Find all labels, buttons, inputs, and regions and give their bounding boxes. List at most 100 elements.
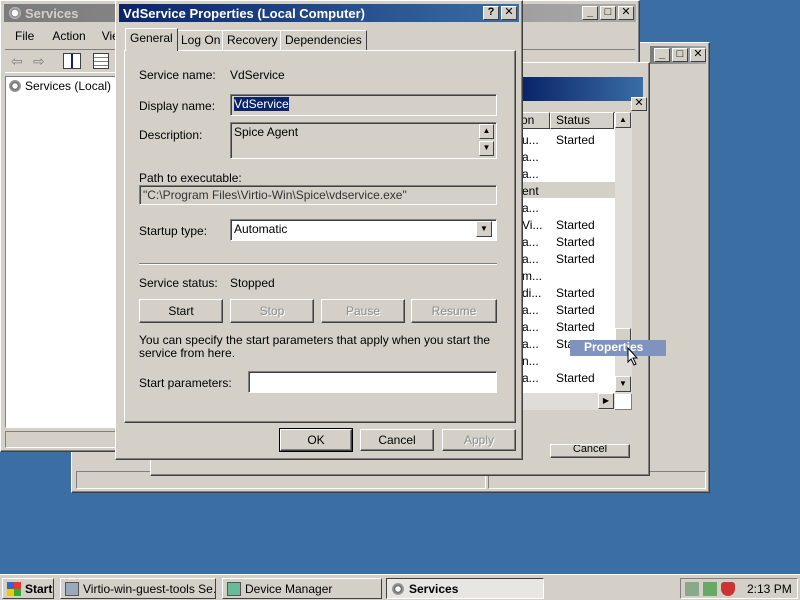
display-name-selected-text: VdService — [234, 97, 289, 111]
service-status-value: Stopped — [230, 276, 275, 290]
service-name-value: VdService — [230, 68, 285, 82]
tab-general[interactable]: General — [125, 28, 178, 51]
background-window-titlebar[interactable]: _ □ ✕ — [650, 46, 706, 64]
start-button-taskbar[interactable]: Start — [2, 578, 54, 599]
tab-recovery[interactable]: Recovery — [222, 30, 283, 50]
tree-item-services-local[interactable]: Services (Local) — [25, 79, 111, 93]
ok-button[interactable]: OK — [279, 428, 353, 452]
list-item-name[interactable]: a... — [522, 150, 539, 164]
close-icon[interactable]: ✕ — [631, 97, 647, 111]
startup-type-select[interactable]: Automatic ▼ — [230, 219, 497, 241]
installer-icon — [65, 581, 79, 596]
close-icon[interactable]: ✕ — [501, 6, 517, 20]
list-item-status: Started — [556, 286, 595, 300]
start-button[interactable]: Start — [139, 299, 223, 323]
scroll-down-arrow-icon[interactable]: ▼ — [615, 376, 631, 392]
services-list-titlebar[interactable] — [523, 77, 643, 101]
startup-type-label: Startup type: — [139, 224, 208, 238]
back-arrow-icon[interactable]: ⇦ — [11, 53, 23, 70]
close-icon[interactable]: ✕ — [690, 48, 706, 62]
gear-icon — [391, 581, 405, 596]
apply-button[interactable]: Apply — [442, 429, 516, 451]
list-item-name[interactable]: m... — [522, 269, 542, 283]
tab-dependencies[interactable]: Dependencies — [280, 30, 367, 50]
list-item-status: Started — [556, 133, 595, 147]
dialog-titlebar[interactable]: VdService Properties (Local Computer) ? … — [119, 4, 519, 22]
maximize-icon[interactable]: □ — [600, 6, 616, 20]
list-header-status[interactable]: Status — [550, 112, 614, 129]
service-name-label: Service name: — [139, 68, 216, 82]
task-services[interactable]: Services — [386, 578, 544, 599]
network-icon[interactable] — [685, 581, 699, 596]
task-virtio-win[interactable]: Virtio-win-guest-tools Se... — [60, 578, 216, 599]
list-item-status: Started — [556, 218, 595, 232]
gear-icon — [8, 6, 22, 20]
service-status-label: Service status: — [139, 276, 218, 290]
maximize-icon[interactable]: □ — [672, 48, 688, 62]
list-item-name[interactable]: a... — [522, 337, 539, 351]
description-label: Description: — [139, 128, 203, 142]
list-item-name[interactable]: a... — [522, 320, 539, 334]
path-field[interactable]: "C:\Program Files\Virtio-Win\Spice\vdser… — [139, 185, 497, 205]
divider — [139, 263, 497, 265]
list-item-name[interactable]: a... — [522, 201, 539, 215]
list-item-name[interactable]: a... — [522, 303, 539, 317]
description-scroll-down-icon[interactable]: ▼ — [479, 141, 494, 156]
task-device-manager[interactable]: Device Manager — [222, 578, 382, 599]
list-item-name[interactable]: a... — [522, 167, 539, 181]
services-gear-icon — [8, 79, 22, 93]
pause-button[interactable]: Pause — [321, 299, 405, 323]
list-item-name[interactable]: n... — [522, 354, 539, 368]
path-label: Path to executable: — [139, 171, 242, 185]
general-tab-page: Service name: VdService Display name: Vd… — [124, 50, 516, 423]
minimize-icon[interactable]: _ — [654, 48, 670, 62]
list-item-name[interactable]: ent — [522, 184, 539, 198]
cancel-button[interactable]: Cancel — [360, 429, 434, 451]
dialog-title: VdService Properties (Local Computer) — [123, 5, 366, 21]
list-item-status: Started — [556, 235, 595, 249]
windows-logo-icon — [7, 581, 21, 596]
bottom-cancel-button[interactable]: Cancel — [550, 444, 630, 458]
tree-pane[interactable]: Services (Local) — [5, 76, 117, 428]
resume-button[interactable]: Resume — [411, 299, 497, 323]
services-window-title: Services — [25, 5, 79, 21]
list-item-name[interactable]: Vi... — [522, 218, 542, 232]
list-item-name[interactable]: di... — [522, 286, 541, 300]
scroll-right-arrow-icon[interactable]: ▶ — [598, 393, 614, 409]
close-icon[interactable]: ✕ — [618, 6, 634, 20]
taskbar: Start Virtio-win-guest-tools Se... Devic… — [0, 574, 800, 600]
list-item-name[interactable]: a... — [522, 371, 539, 385]
menu-action[interactable]: Action — [44, 27, 93, 47]
properties-tooltip: Properties — [570, 340, 666, 356]
shield-icon[interactable] — [721, 581, 735, 596]
display-name-field[interactable]: VdService — [230, 94, 497, 116]
list-item-status: Started — [556, 320, 595, 334]
start-params-label: Start parameters: — [139, 376, 232, 390]
help-icon[interactable]: ? — [483, 6, 499, 20]
description-field[interactable]: Spice Agent ▲ ▼ — [230, 122, 497, 159]
start-params-hint: You can specify the start parameters tha… — [139, 333, 491, 360]
clock: 2:13 PM — [747, 581, 792, 596]
chevron-down-icon[interactable]: ▼ — [476, 221, 492, 237]
description-scroll-up-icon[interactable]: ▲ — [479, 124, 494, 139]
mouse-cursor-icon — [627, 347, 639, 366]
horizontal-scrollbar[interactable]: ▶ — [514, 393, 615, 410]
stop-button[interactable]: Stop — [230, 299, 314, 323]
forward-arrow-icon[interactable]: ⇨ — [33, 53, 45, 70]
start-params-input[interactable] — [248, 371, 497, 393]
display-name-label: Display name: — [139, 99, 216, 113]
properties-dialog[interactable]: VdService Properties (Local Computer) ? … — [115, 0, 523, 460]
minimize-icon[interactable]: _ — [582, 6, 598, 20]
list-item-name[interactable]: u... — [522, 133, 539, 147]
tab-log-on[interactable]: Log On — [176, 30, 226, 50]
list-item-name[interactable]: a... — [522, 252, 539, 266]
menu-file[interactable]: File — [5, 27, 44, 47]
scroll-up-arrow-icon[interactable]: ▲ — [615, 112, 631, 128]
properties-icon[interactable] — [93, 53, 109, 69]
show-tree-icon[interactable] — [63, 53, 81, 69]
system-tray: 2:13 PM — [680, 578, 798, 599]
tools-icon[interactable] — [703, 581, 717, 596]
list-item-status: Started — [556, 252, 595, 266]
list-item-status: Started — [556, 371, 595, 385]
list-item-name[interactable]: a... — [522, 235, 539, 249]
